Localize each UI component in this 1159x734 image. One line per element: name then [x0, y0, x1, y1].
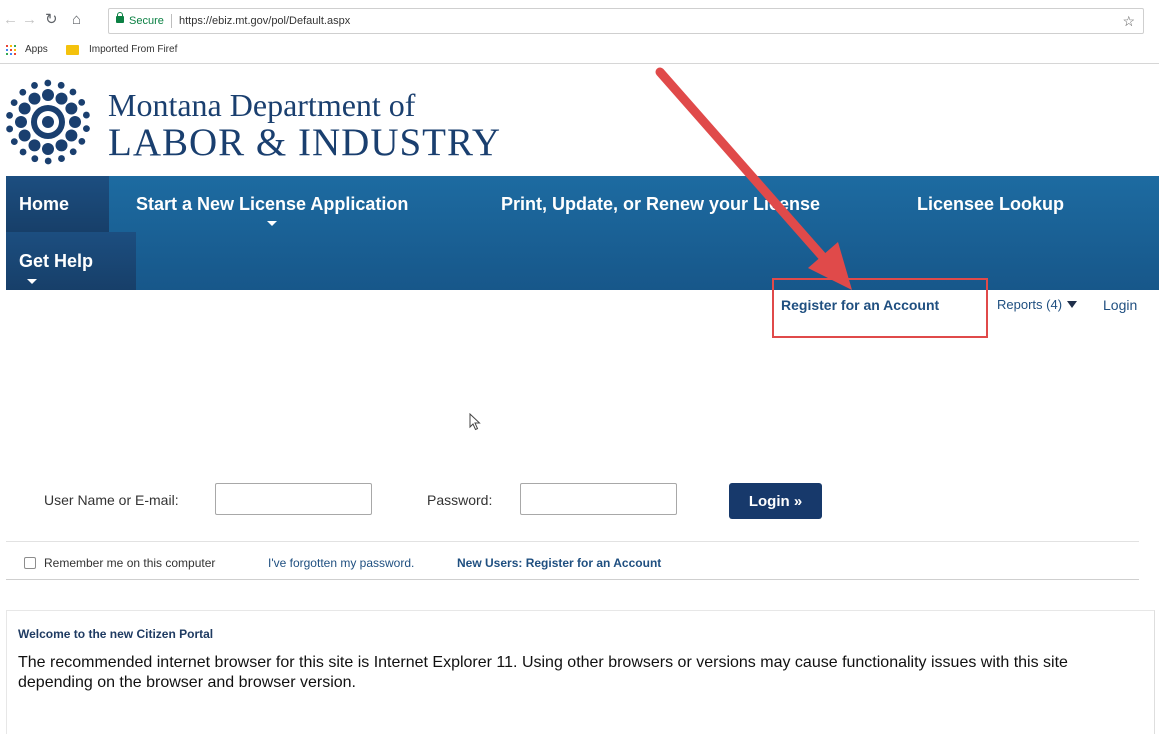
reports-menu[interactable]: Reports (4) [997, 297, 1078, 312]
browser-chrome: ← → ↻ ⌂ Secure https://ebiz.mt.gov/pol/D… [0, 0, 1159, 64]
seal-dot-outer [6, 125, 14, 133]
seal-dot [18, 129, 31, 142]
seal-dot-outer [44, 157, 52, 165]
welcome-text-browser: Internet Explorer 11 [373, 654, 514, 671]
username-label: User Name or E-mail: [44, 492, 179, 508]
nav-start-license[interactable]: Start a New License Application [123, 176, 421, 232]
login-panel: User Name or E-mail: Password: Login » R… [6, 466, 1139, 580]
home-icon[interactable]: ⌂ [72, 12, 81, 28]
welcome-text: The recommended internet browser for thi… [18, 653, 1138, 693]
seal-dot [55, 92, 68, 105]
password-input[interactable] [520, 483, 677, 515]
chevron-down-icon [27, 279, 37, 284]
seal-dot [65, 129, 78, 142]
annotation-highlight-box [772, 278, 988, 338]
nav-licensee-lookup-label: Licensee Lookup [917, 194, 1065, 214]
seal-dot-outer [57, 81, 65, 89]
login-divider [6, 541, 1139, 542]
seal-dot [42, 143, 54, 155]
nav-get-help-label: Get Help [19, 251, 94, 271]
seal-dot [42, 89, 54, 101]
username-input[interactable] [215, 483, 372, 515]
url-text[interactable]: https://ebiz.mt.gov/pol/Default.aspx [179, 9, 350, 33]
reports-label: Reports (4) [997, 297, 1063, 312]
seal-dot [65, 102, 78, 115]
seal-dot-outer [19, 88, 27, 96]
seal-dot [18, 102, 31, 115]
nav-get-help[interactable]: Get Help [6, 232, 136, 290]
mouse-cursor-icon [469, 413, 481, 431]
seal-dot-outer [69, 148, 77, 156]
back-icon[interactable]: ← [3, 12, 18, 28]
seal-dot-outer [10, 99, 18, 107]
nav-print-update-renew[interactable]: Print, Update, or Renew your License [488, 176, 833, 232]
chevron-down-icon [267, 221, 278, 226]
lock-icon [116, 12, 124, 26]
seal-dot [69, 116, 81, 128]
remember-label: Remember me on this computer [44, 556, 216, 570]
seal-dot-outer [10, 138, 18, 146]
login-link[interactable]: Login [1103, 297, 1137, 313]
main-nav: Home Start a New License Application Pri… [6, 176, 1159, 290]
secure-label: Secure [129, 15, 164, 27]
caret-down-icon [1067, 301, 1078, 308]
logo-line-1: Montana Department of [108, 87, 416, 123]
forgot-password-link[interactable]: I've forgotten my password. [268, 556, 414, 570]
seal-dot [28, 92, 41, 105]
bookmark-imported-from-firefox[interactable]: Imported From Firef [89, 44, 194, 55]
seal-dot [55, 139, 68, 152]
forward-icon[interactable]: → [22, 12, 37, 28]
page: ← → ↻ ⌂ Secure https://ebiz.mt.gov/pol/D… [0, 0, 1159, 734]
state-seal-icon[interactable] [4, 78, 92, 166]
welcome-text-before: The recommended internet browser for thi… [18, 654, 374, 671]
nav-licensee-lookup[interactable]: Licensee Lookup [904, 176, 1077, 232]
seal-dot [15, 116, 27, 128]
seal-dot-outer [31, 155, 39, 163]
seal-dot-outer [78, 137, 86, 145]
welcome-panel: Welcome to the new Citizen Portal The re… [6, 610, 1155, 734]
site-header: Montana Department of LABOR & INDUSTRY [0, 64, 1159, 176]
seal-dot-outer [6, 112, 13, 119]
star-icon[interactable]: ☆ [1122, 9, 1135, 33]
welcome-title: Welcome to the new Citizen Portal [18, 627, 214, 641]
seal-dot-outer [44, 79, 52, 87]
seal-dot-outer [19, 148, 27, 156]
nav-print-update-renew-label: Print, Update, or Renew your License [501, 194, 821, 214]
bookmark-apps[interactable]: Apps [25, 44, 48, 55]
bookmarks-bar: Apps Imported From Firef [0, 40, 1159, 62]
seal-dot-outer [83, 125, 90, 132]
nav-start-license-label: Start a New License Application [136, 194, 409, 214]
seal-dot [28, 139, 41, 152]
new-users-register-link[interactable]: New Users: Register for an Account [457, 556, 661, 570]
reload-icon[interactable]: ↻ [45, 12, 58, 28]
seal-dot-outer [69, 88, 77, 96]
password-label: Password: [427, 492, 493, 508]
nav-home[interactable]: Home [6, 176, 109, 232]
address-bar[interactable]: Secure https://ebiz.mt.gov/pol/Default.a… [108, 8, 1144, 34]
seal-dot-outer [82, 111, 90, 119]
remember-checkbox[interactable] [24, 557, 36, 569]
folder-icon [66, 45, 79, 55]
logo-line-2: LABOR & INDUSTRY [108, 121, 502, 164]
nav-home-label: Home [19, 194, 70, 214]
seal-dot-outer [58, 155, 65, 162]
address-separator [171, 14, 172, 28]
apps-grid-icon[interactable] [6, 45, 16, 55]
seal-dot-outer [78, 98, 86, 106]
login-button[interactable]: Login » [729, 483, 822, 519]
seal-dot-outer [31, 82, 38, 89]
